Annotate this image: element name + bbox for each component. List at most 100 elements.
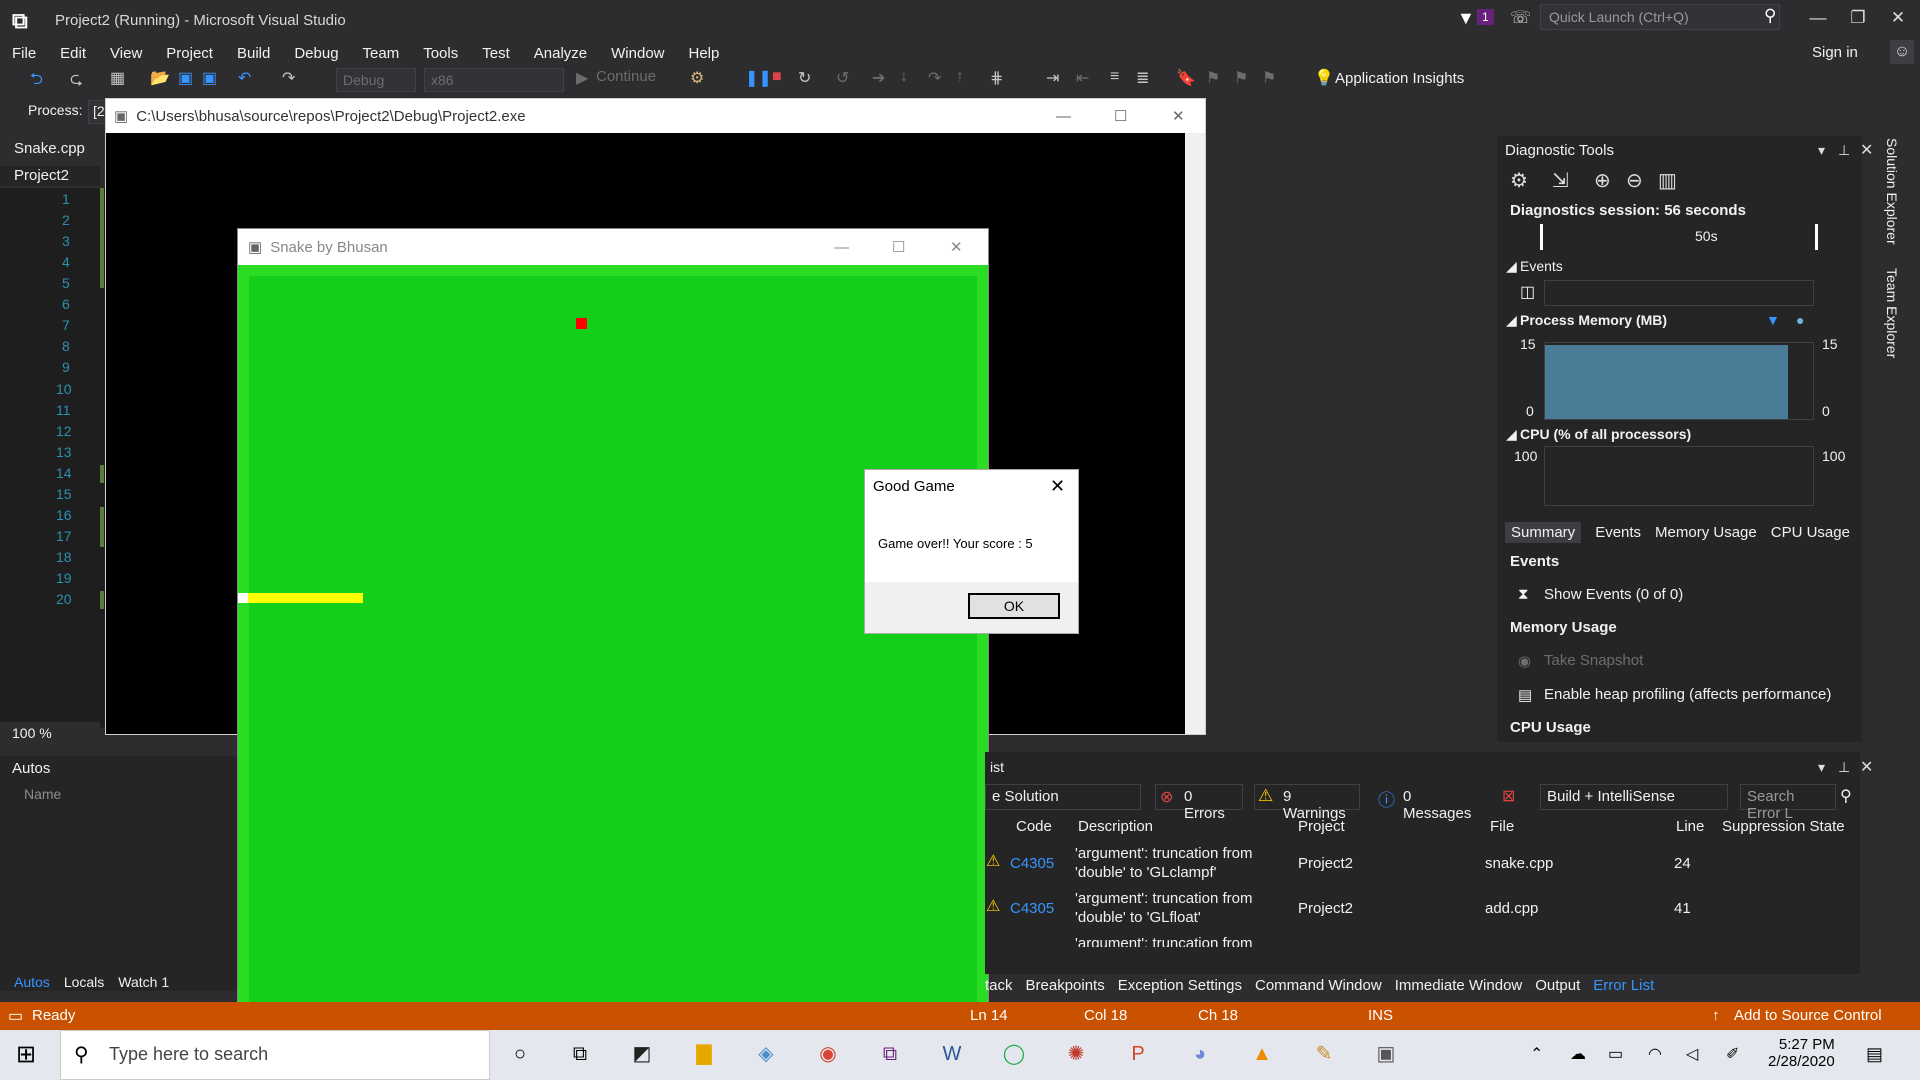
pen-icon[interactable]: ✐ — [1726, 1044, 1739, 1064]
forward-icon[interactable]: ⮎ — [70, 68, 83, 95]
step-out-icon[interactable]: ↷ — [928, 68, 941, 88]
column-line[interactable]: Line — [1676, 818, 1704, 835]
ok-button[interactable]: OK — [968, 593, 1060, 619]
memory-collapse-icon[interactable]: ◢ — [1506, 312, 1517, 329]
snake-close-button[interactable]: ✕ — [950, 238, 963, 256]
timeline-ruler[interactable] — [1540, 224, 1818, 250]
tab-locals[interactable]: Locals — [64, 974, 104, 990]
team-explorer-tab[interactable]: Team Explorer — [1884, 268, 1900, 358]
tab-exception-settings[interactable]: Exception Settings — [1118, 977, 1242, 994]
configuration-select[interactable]: Debug — [336, 68, 416, 92]
taskbar-search-input[interactable]: Type here to search — [60, 1030, 490, 1080]
battery-icon[interactable]: ▭ — [1608, 1044, 1623, 1064]
new-project-icon[interactable]: ▦ — [110, 68, 125, 88]
tab-cpu-usage[interactable]: CPU Usage — [1771, 524, 1850, 541]
tab-call-stack[interactable]: tack — [985, 977, 1013, 994]
pause-icon[interactable]: ❚❚ — [745, 68, 772, 88]
application-insights-button[interactable]: Application Insights — [1335, 70, 1464, 87]
redo-icon[interactable]: ↷ — [282, 68, 295, 88]
cortana-icon[interactable]: ○ — [504, 1038, 536, 1070]
column-description[interactable]: Description — [1078, 818, 1153, 835]
sticky-notes-icon[interactable]: ◩ — [626, 1038, 658, 1070]
continue-icon[interactable]: ▶ — [576, 68, 588, 88]
lightbulb-icon[interactable]: 💡 — [1314, 68, 1334, 88]
menu-help[interactable]: Help — [689, 45, 720, 62]
sign-in-link[interactable]: Sign in — [1812, 44, 1858, 61]
vlc-icon[interactable]: ▲ — [1246, 1038, 1278, 1070]
tab-summary[interactable]: Summary — [1505, 522, 1582, 543]
close-button[interactable]: ✕ — [1878, 8, 1918, 28]
snake-maximize-button[interactable]: ☐ — [892, 238, 905, 256]
events-track[interactable] — [1544, 280, 1814, 306]
tab-command-window[interactable]: Command Window — [1255, 977, 1382, 994]
snake-app-taskbar-icon[interactable]: ▣ — [1370, 1038, 1402, 1070]
open-folder-icon[interactable]: 📂 — [150, 68, 170, 88]
undo-icon[interactable]: ↶ — [238, 68, 251, 88]
export-icon[interactable]: ⇲ — [1552, 168, 1569, 193]
threads-icon[interactable]: ⋕ — [990, 68, 1003, 88]
prev-bookmark-icon[interactable]: ⚑ — [1206, 68, 1220, 88]
account-avatar-icon[interactable]: ☺ — [1890, 40, 1914, 64]
cpu-graph[interactable] — [1544, 446, 1814, 506]
menu-view[interactable]: View — [110, 45, 142, 62]
menu-file[interactable]: File — [12, 45, 36, 62]
error-list-pin-icon[interactable]: ⊥ — [1838, 759, 1850, 776]
taskbar-clock[interactable]: 5:27 PM 2/28/2020 — [1768, 1036, 1835, 1070]
platform-select[interactable]: x86 — [424, 68, 564, 92]
console-title-bar[interactable]: ▣ C:\Users\bhusa\source\repos\Project2\D… — [106, 99, 1205, 133]
column-file[interactable]: File — [1490, 818, 1514, 835]
panel-pin-icon[interactable]: ⊥ — [1838, 142, 1850, 159]
error-search-icon[interactable]: ⚲ — [1840, 786, 1852, 806]
autos-name-column[interactable]: Name — [24, 786, 61, 802]
error-scope-select[interactable]: e Solution — [985, 784, 1141, 810]
build-intellisense-select[interactable]: Build + IntelliSense — [1540, 784, 1728, 810]
snake-minimize-button[interactable]: — — [834, 239, 849, 256]
minimize-button[interactable]: — — [1798, 8, 1838, 28]
file-explorer-icon[interactable]: ▇ — [688, 1038, 720, 1070]
error-list-dropdown-icon[interactable]: ▾ — [1818, 759, 1825, 776]
step-up-icon[interactable]: ↑ — [956, 68, 964, 86]
continue-button[interactable]: Continue — [596, 68, 656, 85]
visual-studio-taskbar-icon[interactable]: ⧉ — [874, 1038, 906, 1070]
tab-output[interactable]: Output — [1535, 977, 1580, 994]
uncomment-icon[interactable]: ≣ — [1136, 68, 1149, 88]
menu-analyze[interactable]: Analyze — [534, 45, 587, 62]
show-events-link[interactable]: Show Events (0 of 0) — [1544, 586, 1683, 603]
task-view-icon[interactable]: ⧉ — [564, 1038, 596, 1070]
tab-memory-usage[interactable]: Memory Usage — [1655, 524, 1757, 541]
paint-3d-icon[interactable]: ◈ — [750, 1038, 782, 1070]
outdent-icon[interactable]: ⇤ — [1076, 68, 1089, 88]
enable-heap-profiling-toggle[interactable]: Enable heap profiling (affects performan… — [1544, 686, 1831, 703]
powerpoint-icon[interactable]: P — [1122, 1038, 1154, 1070]
pause-events-icon[interactable]: ◫ — [1520, 282, 1535, 302]
process-icon[interactable]: ⚙ — [690, 68, 704, 88]
paint-icon[interactable]: ✎ — [1308, 1038, 1340, 1070]
console-maximize-button[interactable]: ☐ — [1114, 107, 1127, 125]
tab-snake-cpp[interactable]: Snake.cpp — [0, 138, 110, 160]
search-error-list-input[interactable]: Search Error L — [1740, 784, 1836, 822]
column-code[interactable]: Code — [1016, 818, 1052, 835]
console-close-button[interactable]: ✕ — [1172, 107, 1185, 125]
console-scrollbar[interactable] — [1185, 133, 1205, 734]
search-icon[interactable]: ⚲ — [1764, 6, 1776, 26]
hot-reload-icon[interactable]: ↺ — [836, 68, 849, 88]
take-snapshot-button[interactable]: Take Snapshot — [1544, 652, 1643, 669]
clear-bookmarks-icon[interactable]: ⚑ — [1262, 68, 1276, 88]
circle-app-icon[interactable]: ◯ — [998, 1038, 1030, 1070]
menu-debug[interactable]: Debug — [294, 45, 338, 62]
column-project[interactable]: Project — [1298, 818, 1345, 835]
restore-button[interactable]: ❐ — [1838, 8, 1878, 28]
network-cloud-icon[interactable]: ☁ — [1570, 1044, 1586, 1064]
tab-watch-1[interactable]: Watch 1 — [118, 974, 169, 990]
stop-icon[interactable]: ■ — [772, 68, 782, 86]
panel-dropdown-icon[interactable]: ▾ — [1818, 142, 1825, 159]
comment-icon[interactable]: ≡ — [1110, 68, 1119, 86]
menu-window[interactable]: Window — [611, 45, 664, 62]
tab-error-list[interactable]: Error List — [1593, 977, 1654, 994]
menu-project[interactable]: Project — [166, 45, 213, 62]
wifi-icon[interactable]: ◠ — [1648, 1044, 1662, 1064]
error-code-link[interactable]: C4305 — [1010, 855, 1054, 872]
add-to-source-control-button[interactable]: Add to Source Control — [1734, 1007, 1882, 1024]
back-icon[interactable]: ⮌ — [30, 68, 43, 95]
reset-zoom-icon[interactable]: ▥ — [1658, 168, 1677, 193]
